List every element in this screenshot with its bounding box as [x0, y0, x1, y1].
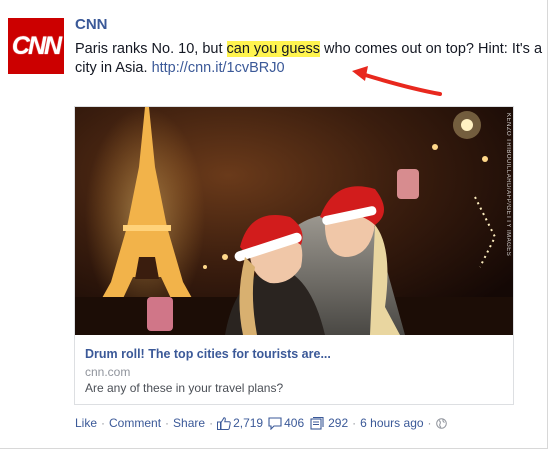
post-link[interactable]: http://cnn.it/1cvBRJ0	[152, 60, 285, 76]
post-author[interactable]: CNN	[75, 16, 108, 33]
share-icon	[310, 416, 324, 430]
logo-text: CNN	[11, 31, 62, 60]
shares-count[interactable]: 292	[328, 416, 348, 430]
likes-count[interactable]: 2,719	[233, 416, 263, 430]
attachment-domain: cnn.com	[85, 365, 131, 379]
separator-dot: ·	[101, 416, 106, 430]
post-timestamp[interactable]: 6 hours ago	[360, 416, 423, 430]
message-text-start: Paris ranks No. 10, but	[75, 41, 227, 57]
comment-icon	[268, 416, 282, 430]
separator-dot: ·	[165, 416, 170, 430]
separator-dot: ·	[427, 416, 432, 430]
red-arrow-annotation	[352, 66, 442, 96]
comment-link[interactable]: Comment	[109, 416, 161, 430]
attachment-title[interactable]: Drum roll! The top cities for tourists a…	[85, 347, 331, 361]
attachment-description: Are any of these in your travel plans?	[85, 381, 284, 395]
like-link[interactable]: Like	[75, 416, 97, 430]
thumbs-up-icon	[217, 416, 231, 430]
post-actions-bar: Like · Comment · Share · 2,719 406 292 ·…	[75, 416, 447, 430]
comments-count[interactable]: 406	[284, 416, 304, 430]
post-message: Paris ranks No. 10, but can you guess wh…	[75, 40, 545, 78]
share-link[interactable]: Share	[173, 416, 205, 430]
paris-photo-image	[75, 107, 513, 335]
photo-credit: KENZO TRIBOUILLARD/AFP/GETTY IMAGES	[505, 113, 511, 257]
attachment-photo[interactable]: KENZO TRIBOUILLARD/AFP/GETTY IMAGES	[75, 107, 513, 335]
highlighted-text: can you guess	[226, 41, 321, 57]
separator-dot: ·	[209, 416, 214, 430]
cnn-logo[interactable]: CNN	[8, 18, 64, 74]
separator-dot: ·	[352, 416, 357, 430]
link-attachment[interactable]: KENZO TRIBOUILLARD/AFP/GETTY IMAGES Drum…	[74, 106, 514, 405]
globe-icon[interactable]	[435, 417, 447, 429]
